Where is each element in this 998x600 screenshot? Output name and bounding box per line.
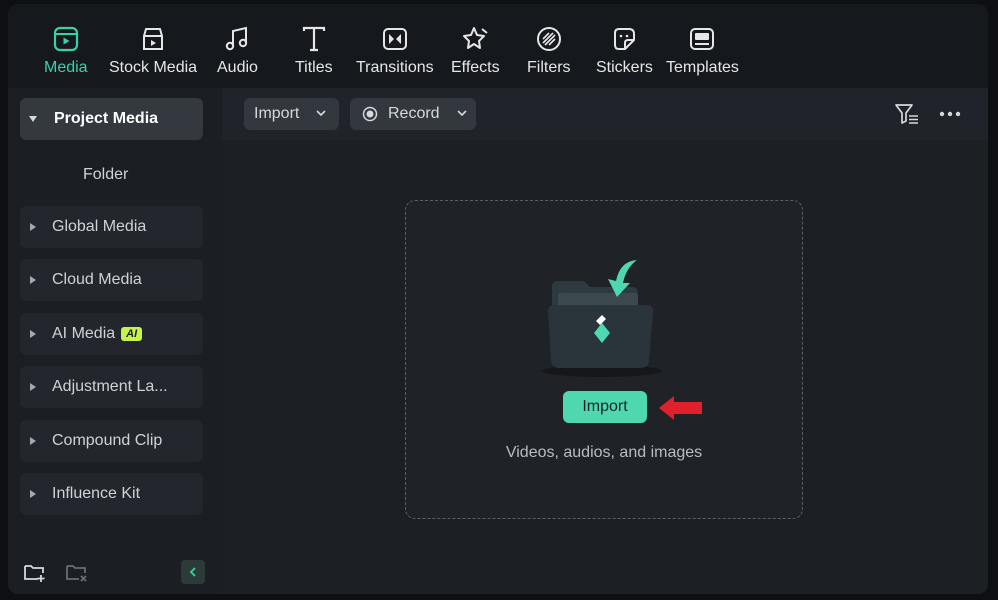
- caret-right-icon: [30, 490, 36, 498]
- media-toolbar: Import Record: [222, 88, 988, 140]
- tab-effects[interactable]: Effects: [451, 24, 500, 77]
- top-toolbar: Media Stock Media Audio Titles Transitio…: [8, 4, 988, 88]
- media-icon: [51, 24, 81, 54]
- more-options-icon[interactable]: [938, 102, 964, 131]
- sidebar-item-label: AI Media: [52, 325, 116, 342]
- tab-stickers[interactable]: Stickers: [596, 24, 653, 77]
- caret-right-icon: [30, 330, 36, 338]
- tab-label: Titles: [295, 59, 333, 76]
- import-dropdown-label: Import: [254, 105, 300, 122]
- red-arrow-annotation: [656, 393, 706, 428]
- tab-titles[interactable]: Titles: [295, 24, 333, 77]
- tab-label: Stock Media: [109, 59, 198, 76]
- titles-t-icon: [299, 24, 329, 54]
- caret-down-icon: [29, 116, 37, 122]
- sidebar-item-folder[interactable]: Folder: [83, 166, 128, 184]
- sidebar-item-influence-kit[interactable]: Influence Kit: [20, 473, 203, 515]
- caret-right-icon: [30, 383, 36, 391]
- record-dropdown[interactable]: Record: [350, 98, 476, 130]
- sidebar-item-cloud-media[interactable]: Cloud Media: [20, 259, 203, 301]
- app-window: Media Stock Media Audio Titles Transitio…: [8, 4, 988, 594]
- tab-label: Media: [44, 59, 88, 76]
- media-panel: Import Record Import Videos, audios, and…: [222, 88, 988, 594]
- caret-right-icon: [30, 276, 36, 284]
- filters-icon: [534, 24, 564, 54]
- caret-right-icon: [30, 223, 36, 231]
- caret-right-icon: [30, 437, 36, 445]
- import-dropzone[interactable]: Import Videos, audios, and images: [405, 200, 803, 519]
- stickers-icon: [609, 24, 639, 54]
- import-dropdown[interactable]: Import: [244, 98, 339, 130]
- templates-icon: [687, 24, 717, 54]
- transitions-icon: [380, 24, 410, 54]
- import-button[interactable]: Import: [563, 391, 647, 423]
- delete-folder-icon[interactable]: [64, 560, 88, 589]
- chevron-down-icon: [456, 105, 468, 123]
- tab-transitions[interactable]: Transitions: [356, 24, 434, 77]
- filter-sort-icon[interactable]: [894, 102, 920, 131]
- sidebar-item-label: Compound Clip: [52, 432, 163, 449]
- sidebar-item-global-media[interactable]: Global Media: [20, 206, 203, 248]
- sidebar-item-label: Influence Kit: [52, 485, 141, 502]
- import-folder-icon: [540, 253, 670, 388]
- tab-label: Templates: [666, 59, 739, 76]
- chevron-down-icon: [315, 105, 327, 123]
- sidebar-item-label: Project Media: [54, 110, 159, 127]
- new-folder-icon[interactable]: [22, 560, 46, 589]
- sidebar-item-label: Global Media: [52, 218, 147, 235]
- dropzone-hint: Videos, audios, and images: [505, 444, 703, 461]
- tab-label: Transitions: [356, 59, 434, 76]
- tab-media[interactable]: Media: [44, 24, 88, 77]
- sidebar-item-label: Adjustment La...: [52, 378, 168, 395]
- tab-label: Audio: [217, 59, 258, 76]
- tab-label: Stickers: [596, 59, 653, 76]
- sidebar-item-project-media[interactable]: Project Media: [20, 98, 203, 140]
- tab-label: Filters: [527, 59, 571, 76]
- music-note-icon: [222, 24, 252, 54]
- effects-star-icon: [460, 24, 490, 54]
- tab-templates[interactable]: Templates: [666, 24, 739, 77]
- sidebar-footer: [8, 558, 222, 594]
- record-icon: [362, 106, 378, 122]
- ai-badge: AI: [121, 327, 143, 341]
- record-dropdown-label: Record: [388, 105, 440, 122]
- sidebar-item-adjustment-layer[interactable]: Adjustment La...: [20, 366, 203, 408]
- tab-label: Effects: [451, 59, 500, 76]
- tab-filters[interactable]: Filters: [527, 24, 571, 77]
- sidebar-item-ai-media[interactable]: AI Media AI: [20, 313, 203, 355]
- sidebar-item-label: Cloud Media: [52, 271, 142, 288]
- collapse-sidebar-button[interactable]: [181, 560, 205, 584]
- tab-stock-media[interactable]: Stock Media: [109, 24, 197, 77]
- tab-audio[interactable]: Audio: [217, 24, 258, 77]
- stock-media-icon: [138, 24, 168, 54]
- sidebar: Project Media Folder Global Media Cloud …: [8, 88, 222, 594]
- sidebar-item-compound-clip[interactable]: Compound Clip: [20, 420, 203, 462]
- chevron-left-icon: [189, 567, 196, 577]
